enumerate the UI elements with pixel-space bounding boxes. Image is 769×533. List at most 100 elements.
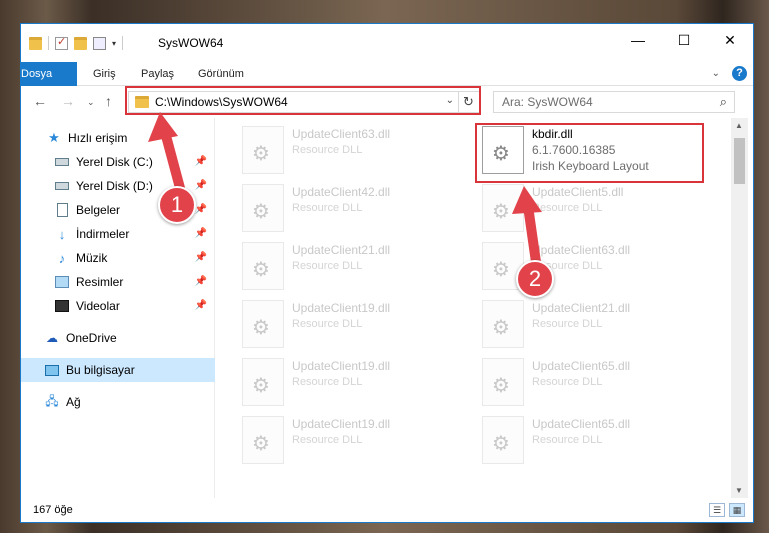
music-icon: ♪	[58, 250, 66, 266]
file-description: Resource DLL	[292, 434, 363, 446]
vertical-scrollbar[interactable]: ▲ ▼	[731, 118, 748, 498]
file-name: UpdateClient63.dll	[532, 243, 631, 257]
dll-file-icon: ⚙	[482, 358, 524, 406]
window-controls: — ☐ ✕	[615, 24, 753, 56]
file-item[interactable]: ⚙ UpdateClient19.dll Resource DLL	[242, 416, 472, 472]
cloud-icon: ☁	[46, 331, 58, 345]
view-options-icon[interactable]	[93, 36, 106, 50]
nav-label: Yerel Disk (D:)	[76, 179, 153, 193]
file-item[interactable]: ⚙ UpdateClient65.dll Resource DLL	[482, 358, 712, 414]
tiles-view-icon[interactable]: ▦	[729, 503, 745, 517]
search-icon[interactable]: ⌕	[720, 94, 727, 110]
properties-check-icon[interactable]	[55, 35, 68, 50]
annotation-marker-2: 2	[516, 260, 554, 298]
toolbar-divider	[122, 36, 124, 50]
pin-icon[interactable]: 📌	[195, 180, 207, 191]
nav-item-music[interactable]: ♪ Müzik 📌	[21, 246, 215, 270]
nav-label: Resimler	[76, 275, 124, 289]
dll-file-icon: ⚙	[482, 300, 524, 348]
search-input[interactable]: Ara: SysWOW64 ⌕	[493, 91, 735, 113]
dll-file-icon: ⚙	[242, 242, 284, 290]
disk-icon	[55, 182, 69, 190]
nav-label: İndirmeler	[76, 227, 130, 241]
nav-item-downloads[interactable]: ↓ İndirmeler 📌	[21, 222, 215, 246]
pictures-icon	[55, 276, 69, 288]
address-highlight-box	[125, 86, 481, 115]
file-item[interactable]: ⚙ UpdateClient21.dll Resource DLL	[482, 300, 712, 356]
recent-locations-icon[interactable]: ⌄	[87, 97, 95, 108]
tab-share[interactable]: Paylaş	[131, 62, 184, 86]
nav-item-network[interactable]: 🖧 Ağ	[21, 390, 215, 414]
annotation-marker-1: 1	[158, 186, 196, 224]
file-name: UpdateClient63.dll	[292, 127, 391, 141]
new-folder-icon[interactable]	[74, 36, 87, 50]
pin-icon[interactable]: 📌	[195, 204, 207, 215]
nav-item-local-disk-c[interactable]: Yerel Disk (C:) 📌	[21, 150, 215, 174]
file-name: UpdateClient65.dll	[532, 359, 631, 373]
nav-item-onedrive[interactable]: ☁ OneDrive	[21, 326, 215, 350]
ribbon-expand-icon[interactable]: ⌄	[712, 68, 720, 79]
file-description: Resource DLL	[532, 318, 603, 330]
toolbar-divider	[48, 36, 49, 50]
scroll-down-icon[interactable]: ▼	[735, 486, 743, 495]
tab-home[interactable]: Giriş	[83, 62, 126, 86]
dll-file-icon: ⚙	[482, 416, 524, 464]
nav-item-quick-access[interactable]: ★ Hızlı erişim	[21, 126, 215, 150]
file-description: Resource DLL	[532, 434, 603, 446]
file-item[interactable]: ⚙ UpdateClient63.dll Resource DLL	[482, 242, 712, 298]
pin-icon[interactable]: 📌	[195, 252, 207, 263]
quick-access-toolbar: ▾	[29, 35, 124, 50]
folder-icon	[29, 36, 42, 50]
scroll-thumb[interactable]	[734, 138, 745, 184]
back-arrow-icon[interactable]: ←	[33, 93, 47, 109]
file-item[interactable]: ⚙ UpdateClient21.dll Resource DLL	[242, 242, 472, 298]
file-item[interactable]: ⚙ UpdateClient42.dll Resource DLL	[242, 184, 472, 240]
nav-item-this-pc[interactable]: Bu bilgisayar	[21, 358, 215, 382]
forward-arrow-icon[interactable]: →	[61, 93, 75, 109]
nav-label: Müzik	[76, 251, 108, 265]
help-icon[interactable]: ?	[732, 66, 747, 81]
file-item[interactable]: ⚙ UpdateClient5.dll Resource DLL	[482, 184, 712, 240]
nav-item-pictures[interactable]: Resimler 📌	[21, 270, 215, 294]
document-icon	[56, 203, 68, 217]
file-description: Resource DLL	[292, 202, 363, 214]
ribbon-tabs: Dosya Giriş Paylaş Görünüm ⌄ ?	[21, 62, 753, 118]
pin-icon[interactable]: 📌	[195, 276, 207, 287]
view-toggle: ☰ ▦	[709, 503, 745, 517]
dll-file-icon: ⚙	[242, 358, 284, 406]
nav-label: Hızlı erişim	[68, 131, 128, 145]
file-description: Resource DLL	[292, 144, 363, 156]
disk-icon	[55, 158, 69, 166]
file-item[interactable]: ⚙ UpdateClient19.dll Resource DLL	[242, 300, 472, 356]
dll-file-icon: ⚙	[242, 184, 284, 232]
pin-icon[interactable]: 📌	[195, 228, 207, 239]
window-title: SysWOW64	[158, 36, 224, 50]
download-icon: ↓	[58, 226, 66, 242]
nav-label: Ağ	[66, 395, 81, 409]
scroll-up-icon[interactable]: ▲	[735, 121, 743, 130]
network-icon: 🖧	[45, 393, 59, 408]
tab-view[interactable]: Görünüm	[188, 62, 254, 86]
file-description: Resource DLL	[532, 202, 603, 214]
file-item[interactable]: ⚙ UpdateClient19.dll Resource DLL	[242, 358, 472, 414]
file-item[interactable]: ⚙ UpdateClient63.dll Resource DLL	[242, 126, 472, 182]
nav-label: Bu bilgisayar	[66, 363, 135, 377]
nav-label: Videolar	[76, 299, 120, 313]
pin-icon[interactable]: 📌	[195, 156, 207, 167]
file-name: UpdateClient19.dll	[292, 359, 391, 373]
file-name: UpdateClient21.dll	[292, 243, 391, 257]
file-name: UpdateClient5.dll	[532, 185, 624, 199]
file-highlight-box	[475, 123, 704, 183]
details-view-icon[interactable]: ☰	[709, 503, 725, 517]
dll-file-icon: ⚙	[242, 300, 284, 348]
minimize-button[interactable]: —	[615, 24, 661, 56]
file-description: Resource DLL	[292, 318, 363, 330]
toolbar-dropdown-icon[interactable]: ▾	[112, 39, 116, 48]
file-item[interactable]: ⚙ UpdateClient65.dll Resource DLL	[482, 416, 712, 472]
up-arrow-icon[interactable]: ↑	[105, 93, 112, 109]
pin-icon[interactable]: 📌	[195, 300, 207, 311]
file-description: Resource DLL	[292, 260, 363, 272]
maximize-button[interactable]: ☐	[661, 24, 707, 56]
close-button[interactable]: ✕	[707, 24, 753, 56]
nav-item-videos[interactable]: Videolar 📌	[21, 294, 215, 318]
